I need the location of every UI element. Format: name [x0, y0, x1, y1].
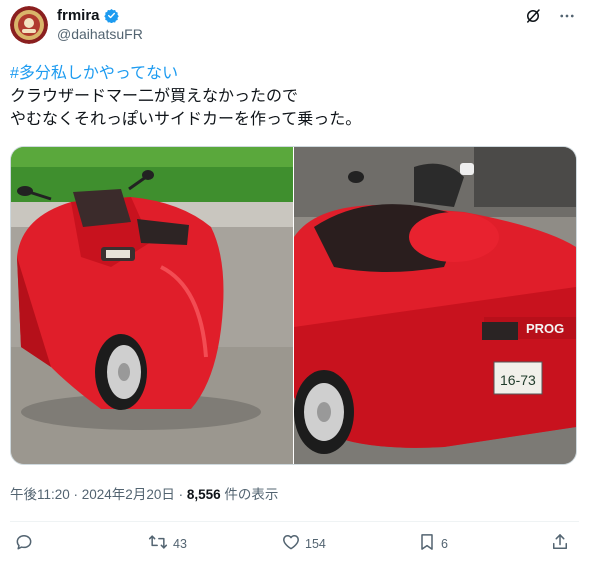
grok-icon[interactable]	[523, 6, 543, 26]
avatar[interactable]	[10, 6, 48, 44]
reply-button[interactable]	[14, 532, 38, 555]
media-image-2[interactable]: PROG 16-73	[294, 147, 576, 464]
views-count: 8,556	[186, 487, 221, 502]
bookmark-count: 6	[441, 536, 448, 551]
brand-badge: PROG	[526, 321, 564, 336]
hashtag-link[interactable]: #多分私しかやってない	[10, 62, 570, 85]
share-icon	[550, 532, 570, 555]
reply-icon	[14, 532, 34, 555]
bookmark-icon	[417, 532, 437, 555]
top-actions	[523, 6, 577, 26]
media-grid: PROG 16-73	[10, 146, 577, 465]
share-button[interactable]	[550, 532, 570, 555]
views-label: 件の表示	[220, 487, 279, 502]
divider	[10, 521, 579, 522]
action-bar: 43 154 6	[12, 532, 580, 556]
verified-badge-icon	[103, 8, 119, 24]
tweet-line-2: やむなくそれっぽいサイドカーを作って乗った。	[10, 111, 362, 128]
more-options-icon[interactable]	[557, 6, 577, 26]
retweet-icon	[147, 532, 169, 555]
user-handle[interactable]: @daihatsuFR	[57, 26, 143, 42]
timestamp[interactable]: 午後11:20 · 2024年2月20日 ·	[10, 487, 187, 502]
display-name[interactable]: frmira	[57, 7, 100, 24]
retweet-button[interactable]: 43	[147, 532, 187, 555]
media-image-1[interactable]	[11, 147, 293, 464]
like-count: 154	[305, 536, 326, 551]
name-row: frmira	[57, 7, 119, 24]
license-plate: 16-73	[500, 372, 536, 388]
bookmark-button[interactable]: 6	[417, 532, 448, 555]
heart-icon	[281, 532, 301, 555]
like-button[interactable]: 154	[281, 532, 326, 555]
retweet-count: 43	[173, 536, 187, 551]
tweet-line-1: クラウザードマー二が買えなかったので	[10, 88, 299, 105]
timestamp-row: 午後11:20 · 2024年2月20日 · 8,556 件の表示	[10, 483, 278, 503]
tweet-text: #多分私しかやってない クラウザードマー二が買えなかったので やむなくそれっぽい…	[10, 62, 570, 131]
